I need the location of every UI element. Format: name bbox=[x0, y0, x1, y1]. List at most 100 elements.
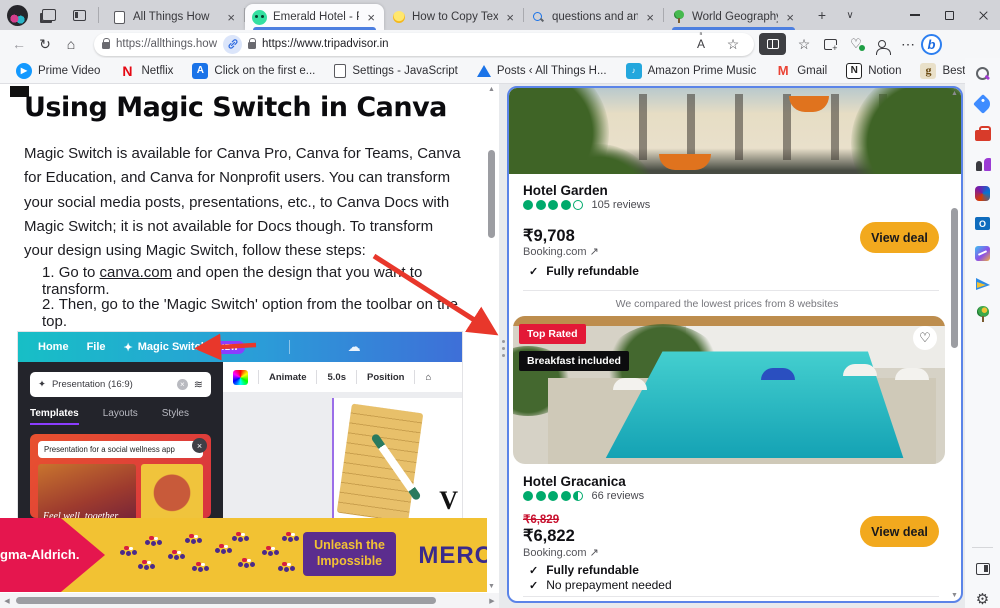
minimize-button[interactable] bbox=[898, 0, 932, 30]
tab-how-to-copy[interactable]: How to Copy Text from I × bbox=[384, 4, 523, 30]
profile-share-icon[interactable] bbox=[869, 32, 895, 56]
close-icon[interactable]: × bbox=[504, 10, 516, 25]
sidebar-outlook-icon[interactable]: O bbox=[973, 214, 992, 233]
sidebar-tree-icon[interactable] bbox=[973, 304, 992, 323]
favorite-click-first[interactable]: A Click on the first e... bbox=[184, 63, 323, 79]
top-rated-badge: Top Rated bbox=[519, 324, 586, 344]
ad-cta: Unleash theImpossible bbox=[303, 532, 396, 576]
sidebar-m365-icon[interactable] bbox=[973, 184, 992, 203]
view-deal-button[interactable]: View deal bbox=[860, 222, 939, 253]
tab-menu-chevron[interactable]: ∨ bbox=[837, 3, 863, 27]
merck-brand: MERC bbox=[418, 542, 487, 570]
refresh-icon[interactable]: ↻ bbox=[32, 32, 58, 56]
price-provider[interactable]: Booking.com ↗ bbox=[523, 546, 599, 559]
review-count[interactable]: 66 reviews bbox=[592, 490, 645, 502]
hotel-name[interactable]: Hotel Gracanica bbox=[523, 474, 626, 489]
scrollbar-thumb[interactable] bbox=[951, 208, 958, 348]
sidebar-tools-icon[interactable] bbox=[973, 124, 992, 143]
browser-window: All Things How × Emerald Hotel - Pristin… bbox=[0, 0, 1000, 608]
ad-banner[interactable]: gma-Aldrich. Unleash theImpossible MERC bbox=[0, 518, 487, 592]
favorite-amazon-music[interactable]: ♪ Amazon Prime Music bbox=[618, 63, 765, 79]
tab-all-things-how[interactable]: All Things How × bbox=[105, 4, 244, 30]
close-icon[interactable]: × bbox=[365, 10, 377, 25]
back-icon[interactable]: ← bbox=[6, 32, 32, 56]
browser-essentials-icon[interactable]: ♡ bbox=[843, 32, 869, 56]
favorite-posts-atw[interactable]: Posts ‹ All Things H... bbox=[469, 65, 615, 77]
favorite-prime-video[interactable]: ▶ Prime Video bbox=[8, 63, 108, 79]
tab-emerald-hotel[interactable]: Emerald Hotel - Pristina × bbox=[245, 4, 384, 30]
clear-icon: × bbox=[177, 379, 188, 390]
sidebar-drop-icon[interactable] bbox=[973, 274, 992, 293]
split-screen-button[interactable] bbox=[759, 33, 786, 55]
close-icon[interactable]: × bbox=[644, 10, 656, 25]
left-pane-url[interactable]: https://allthings.how bbox=[116, 38, 217, 50]
amazon-music-icon: ♪ bbox=[626, 63, 642, 79]
vertical-tabs-icon[interactable] bbox=[66, 3, 92, 27]
settings-more-icon[interactable]: ⋯ bbox=[895, 32, 921, 56]
review-count[interactable]: 105 reviews bbox=[592, 199, 651, 211]
right-pane-vertical-scrollbar[interactable]: ▲ ▼ bbox=[949, 90, 960, 599]
canva-link[interactable]: canva.com bbox=[100, 264, 173, 281]
hotel-garden-photo[interactable] bbox=[509, 88, 961, 174]
favorite-label: Prime Video bbox=[38, 65, 100, 77]
close-icon[interactable]: × bbox=[784, 10, 796, 25]
divider bbox=[289, 340, 290, 354]
left-pane-vertical-scrollbar[interactable]: ▲ ▼ bbox=[486, 86, 497, 590]
view-deal-button[interactable]: View deal bbox=[860, 516, 939, 547]
hotel-gracanica-photo[interactable]: Top Rated Breakfast included ♡ bbox=[513, 316, 945, 464]
read-aloud-icon[interactable]: A bbox=[688, 32, 714, 56]
notion-icon: N bbox=[846, 63, 862, 79]
address-bar[interactable]: https://allthings.how https://www.tripad… bbox=[94, 33, 754, 56]
canva-tab-layouts: Layouts bbox=[103, 408, 138, 425]
favorites-bar-icon[interactable]: ☆ bbox=[791, 32, 817, 56]
canva-panel-tabs: Templates Layouts Styles bbox=[30, 408, 211, 425]
home-icon[interactable]: ⌂ bbox=[58, 32, 84, 56]
scroll-down-icon[interactable]: ▼ bbox=[486, 583, 497, 590]
save-heart-icon[interactable]: ♡ bbox=[913, 326, 937, 350]
price-provider[interactable]: Booking.com ↗ bbox=[523, 245, 599, 258]
left-pane-horizontal-scrollbar[interactable]: ◀ ▶ bbox=[0, 593, 499, 608]
scroll-down-icon[interactable]: ▼ bbox=[949, 592, 960, 599]
scrollbar-thumb[interactable] bbox=[16, 597, 436, 604]
canvas-letter: V bbox=[439, 486, 458, 516]
collections-icon[interactable] bbox=[817, 32, 843, 56]
divider-handle[interactable] bbox=[502, 340, 505, 343]
sidebar-panel-icon[interactable] bbox=[973, 559, 992, 578]
favorite-gmail[interactable]: M Gmail bbox=[767, 63, 835, 79]
scrollbar-thumb[interactable] bbox=[488, 150, 495, 238]
close-window-button[interactable] bbox=[966, 0, 1000, 30]
copilot-icon[interactable]: b bbox=[921, 34, 942, 55]
sidebar-add-icon[interactable] bbox=[973, 334, 992, 353]
hotel-price: ₹6,822 bbox=[523, 526, 575, 546]
favorite-notion[interactable]: N Notion bbox=[838, 63, 909, 79]
workspaces-icon[interactable] bbox=[36, 3, 62, 27]
tab-questions-answers[interactable]: questions and answers - × bbox=[524, 4, 663, 30]
sidebar-settings-icon[interactable]: ⚙ bbox=[973, 589, 992, 608]
scroll-right-icon[interactable]: ▶ bbox=[485, 597, 499, 605]
close-icon[interactable]: × bbox=[225, 10, 237, 25]
favorite-star-icon[interactable]: ☆ bbox=[720, 32, 746, 56]
sidebar-designer-icon[interactable] bbox=[973, 244, 992, 263]
external-link-icon: ↗ bbox=[590, 547, 599, 559]
hotel-name[interactable]: Hotel Garden bbox=[523, 183, 608, 198]
favorite-netflix[interactable]: N Netflix bbox=[111, 63, 181, 79]
scroll-up-icon[interactable]: ▲ bbox=[486, 86, 497, 93]
right-pane-url[interactable]: https://www.tripadvisor.in bbox=[262, 38, 389, 50]
sidebar-shopping-icon[interactable] bbox=[973, 94, 992, 113]
new-badge: NEW bbox=[212, 341, 244, 354]
scroll-up-icon[interactable]: ▲ bbox=[949, 90, 960, 97]
sigma-aldrich-brand: gma-Aldrich. bbox=[0, 547, 79, 562]
maximize-button[interactable] bbox=[932, 0, 966, 30]
canva-screenshot-image: Home File ✦ Magic Switch NEW ☁ ✦ Present… bbox=[18, 332, 462, 518]
page-icon bbox=[334, 64, 346, 78]
template-title: Feel well, together bbox=[43, 511, 118, 518]
sidebar-search-icon[interactable] bbox=[973, 64, 992, 83]
split-link-icon[interactable] bbox=[223, 35, 242, 54]
right-pane-tripadvisor: Hotel Garden 105 reviews ₹9,708 Booking.… bbox=[507, 86, 963, 603]
sidebar-games-icon[interactable] bbox=[973, 154, 992, 173]
favorite-settings-js[interactable]: Settings - JavaScript bbox=[326, 64, 465, 78]
new-tab-button[interactable]: + bbox=[809, 3, 835, 27]
scroll-left-icon[interactable]: ◀ bbox=[0, 597, 14, 605]
tab-world-geography[interactable]: World Geography - Gene × bbox=[664, 4, 803, 30]
profile-avatar[interactable] bbox=[7, 5, 28, 26]
